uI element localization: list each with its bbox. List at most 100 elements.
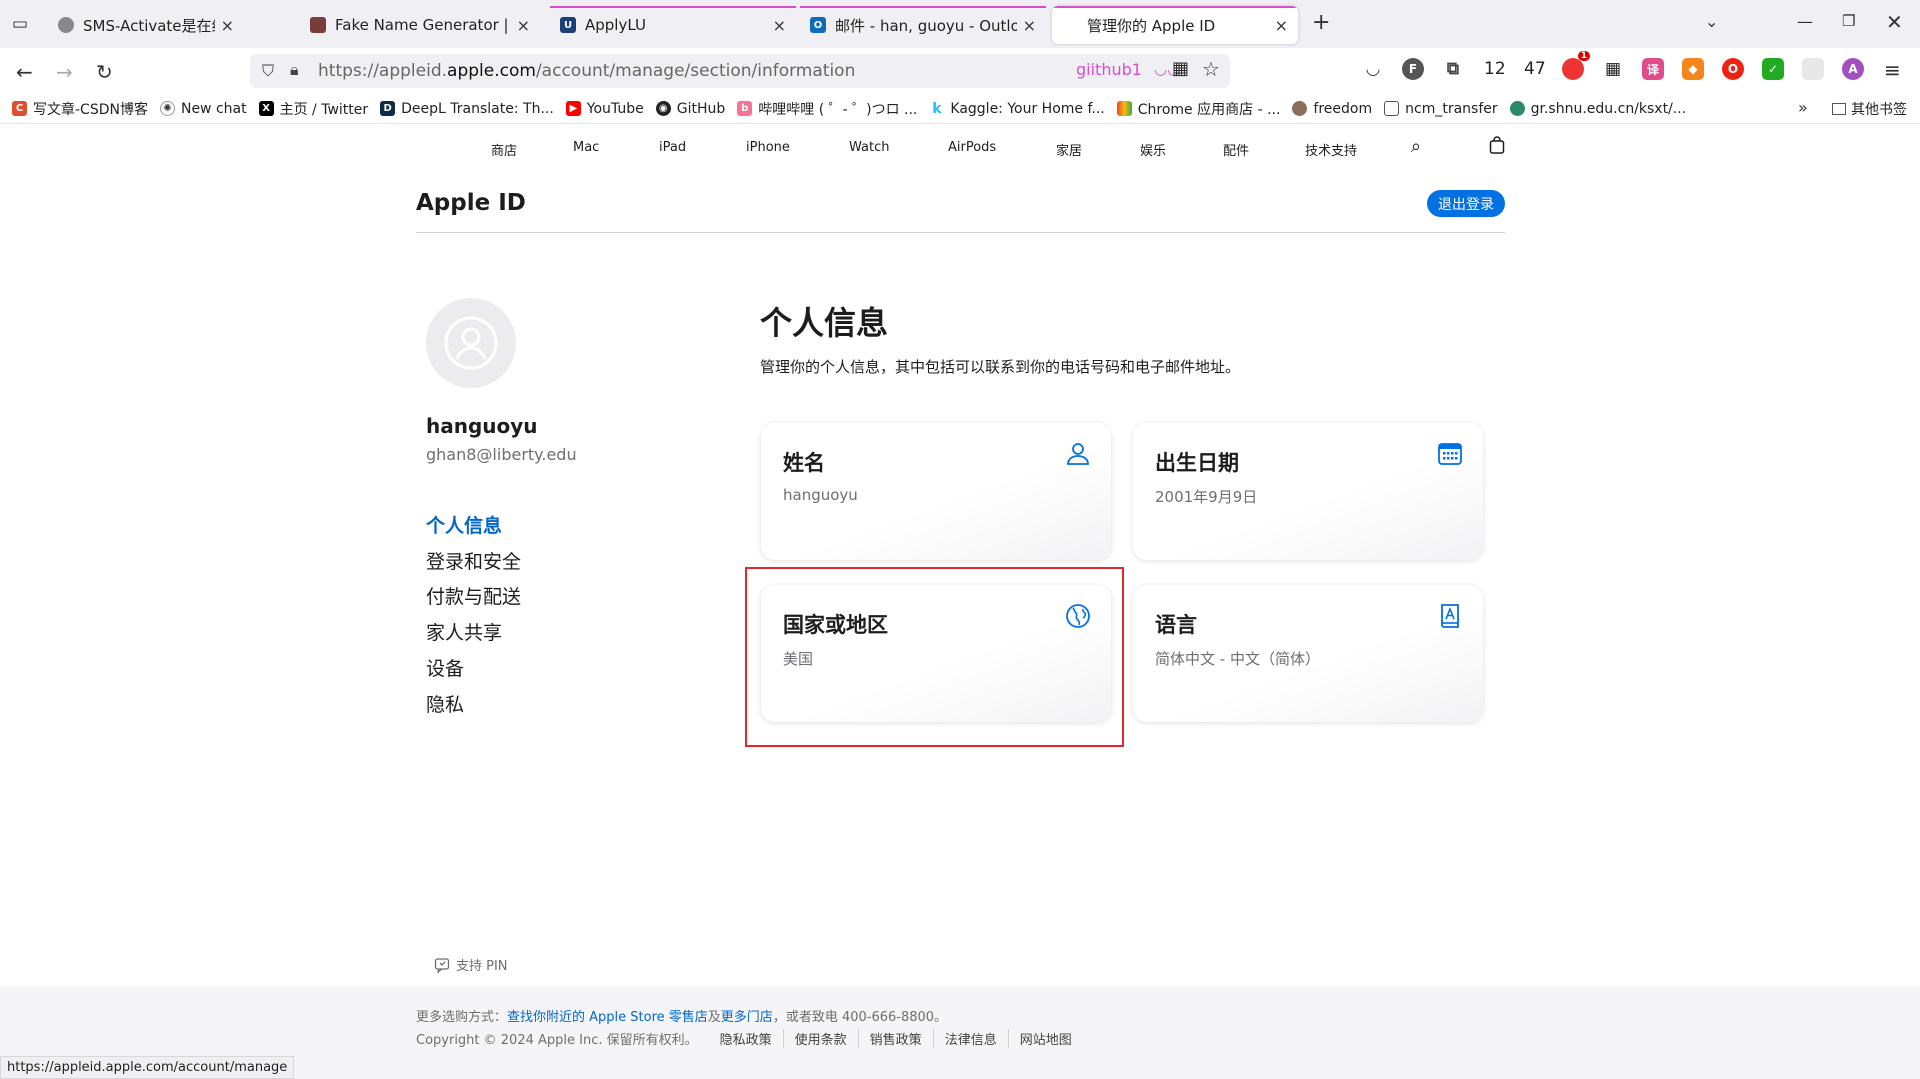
shield-icon[interactable]: ⛉ xyxy=(262,61,274,81)
menu-hamburger-icon[interactable]: ≡ xyxy=(1884,58,1901,82)
status-bar-url: https://appleid.apple.com/account/manage xyxy=(0,1056,295,1079)
minimize-icon[interactable]: — xyxy=(1797,12,1813,31)
nav-support[interactable]: 技术支持 xyxy=(1305,140,1357,159)
apps-grid-icon[interactable]: ▦ xyxy=(1602,58,1624,80)
deepl-icon: D xyxy=(380,101,396,116)
tab-overflow-chevron-down-icon[interactable]: ⌄ xyxy=(1705,12,1718,31)
sidebar-item-privacy[interactable]: 隐私 xyxy=(426,690,464,717)
bookmark-ncm-transfer[interactable]: ncm_transfer xyxy=(1384,101,1498,117)
bookmark-bilibili[interactable]: b 哔哩哔哩 ( ゜- ゜)つロ ... xyxy=(737,99,917,119)
sidebar-item-devices[interactable]: 设备 xyxy=(426,654,464,681)
card-birthday[interactable]: 出生日期 2001年9月9日 xyxy=(1133,423,1483,560)
tab-fake-name-generator[interactable]: Fake Name Generator | FauxID × xyxy=(300,6,540,44)
bookmarks-overflow-icon[interactable]: » xyxy=(1798,98,1808,117)
tab-bar: ▭ SMS-Activate是在线接受短信的 × Fake Name Gener… xyxy=(0,0,1920,48)
notification-extension-icon[interactable]: 1 xyxy=(1562,51,1590,80)
tab-list-icon[interactable]: ▭ xyxy=(12,14,28,34)
sales-policy-link[interactable]: 销售政策 xyxy=(857,1029,933,1048)
new-tab-button[interactable]: + xyxy=(1312,10,1330,35)
folder-icon xyxy=(1832,103,1846,115)
sidebar-item-personal-info[interactable]: 个人信息 xyxy=(426,511,502,538)
user-avatar-icon xyxy=(444,316,498,370)
tab-label: 邮件 - han, guoyu - Outlook xyxy=(835,16,1017,35)
extensions-puzzle-icon[interactable]: ⧉ xyxy=(1442,58,1464,80)
nav-accessories[interactable]: 配件 xyxy=(1223,140,1249,159)
address-bar[interactable]: ⛉ 🔒︎ https://appleid.apple.com/account/m… xyxy=(250,54,1230,88)
translate-extension-icon[interactable]: 译 xyxy=(1642,58,1664,80)
bookmark-kaggle[interactable]: k Kaggle: Your Home f... xyxy=(929,101,1105,117)
metamask-fox-icon[interactable]: ◆ xyxy=(1682,58,1704,80)
tab-apple-id[interactable]: 管理你的 Apple ID × xyxy=(1052,6,1298,44)
shield-check-icon[interactable]: ✓ xyxy=(1762,58,1784,80)
bookmark-github[interactable]: ◉ GitHub xyxy=(655,101,725,117)
legal-info-link[interactable]: 法律信息 xyxy=(932,1029,1008,1048)
giithub-extension-label[interactable]: giithub1 xyxy=(1076,60,1142,79)
card-value: 简体中文 - 中文（简体） xyxy=(1155,650,1320,668)
nav-store[interactable]: 商店 xyxy=(491,140,517,159)
sidebar-item-sign-in-security[interactable]: 登录和安全 xyxy=(426,547,521,574)
window-close-icon[interactable]: ✕ xyxy=(1886,10,1903,34)
nav-airpods[interactable]: AirPods xyxy=(948,140,996,155)
extension-count-b[interactable]: 47 xyxy=(1524,59,1546,79)
bookmark-twitter[interactable]: X 主页 / Twitter xyxy=(258,99,368,119)
sidebar-item-payment-shipping[interactable]: 付款与配送 xyxy=(426,582,521,609)
profile-avatar-icon[interactable]: A xyxy=(1842,58,1864,80)
support-pin-link[interactable]: 支持 PIN xyxy=(434,955,508,974)
find-store-link[interactable]: 查找你附近的 Apple Store 零售店 xyxy=(507,1010,708,1025)
tab-label: ApplyLU xyxy=(585,16,646,34)
nav-entertainment[interactable]: 娱乐 xyxy=(1140,140,1166,159)
bookmark-star-icon[interactable]: ☆ xyxy=(1202,57,1220,81)
search-icon[interactable]: ⌕ xyxy=(1411,136,1421,157)
nav-iphone[interactable]: iPhone xyxy=(746,140,790,155)
pocket-icon[interactable]: ◡ xyxy=(1362,58,1384,80)
outlook-favicon-icon: O xyxy=(810,17,826,33)
more-stores-link[interactable]: 更多门店 xyxy=(721,1010,773,1025)
bookmark-chrome-store[interactable]: Chrome 应用商店 - ... xyxy=(1116,99,1280,119)
url-text[interactable]: https://appleid.apple.com/account/manage… xyxy=(318,61,855,81)
bookmark-freedom[interactable]: freedom xyxy=(1292,101,1372,117)
nav-mac[interactable]: Mac xyxy=(573,140,599,155)
tab-applylu[interactable]: U ApplyLU × xyxy=(550,6,796,44)
f-extension-icon[interactable]: F xyxy=(1402,58,1424,80)
nav-ipad[interactable]: iPad xyxy=(659,140,686,155)
close-icon[interactable]: × xyxy=(1275,16,1288,35)
close-icon[interactable]: × xyxy=(517,16,530,35)
sidebar-item-family-sharing[interactable]: 家人共享 xyxy=(426,618,502,645)
bookmark-csdn[interactable]: C 写文章-CSDN博客 xyxy=(12,99,148,119)
nav-home[interactable]: 家居 xyxy=(1056,140,1082,159)
opera-o-icon[interactable]: O xyxy=(1722,58,1744,80)
card-language[interactable]: 语言 简体中文 - 中文（简体） xyxy=(1133,585,1483,722)
close-icon[interactable]: × xyxy=(221,16,234,35)
back-icon[interactable]: ← xyxy=(16,60,33,84)
tab-label: SMS-Activate是在线接受短信的 xyxy=(83,16,215,35)
restore-icon[interactable]: ❐ xyxy=(1842,12,1855,30)
shopping-bag-icon[interactable] xyxy=(1489,136,1505,158)
qr-grid-icon[interactable]: ▦ xyxy=(1172,58,1189,79)
bookmark-shnu[interactable]: gr.shnu.edu.cn/ksxt/... xyxy=(1509,101,1686,117)
avatar[interactable] xyxy=(426,298,516,388)
terms-of-use-link[interactable]: 使用条款 xyxy=(782,1029,858,1048)
close-icon[interactable]: × xyxy=(1023,16,1036,35)
bookmark-youtube[interactable]: ▶ YouTube xyxy=(565,101,644,117)
bookmark-deepl[interactable]: D DeepL Translate: Th... xyxy=(380,101,554,117)
blank-extension-icon[interactable] xyxy=(1802,58,1824,80)
highlight-box xyxy=(745,567,1124,747)
forward-icon[interactable]: → xyxy=(56,60,73,84)
sms-activate-favicon-icon xyxy=(58,17,74,33)
card-name[interactable]: 姓名 hanguoyu xyxy=(761,423,1111,560)
folder-icon xyxy=(1384,101,1400,116)
site-map-link[interactable]: 网站地图 xyxy=(1007,1029,1083,1048)
tab-outlook[interactable]: O 邮件 - han, guoyu - Outlook × xyxy=(800,6,1046,44)
tab-label: Fake Name Generator | FauxID xyxy=(335,16,511,34)
tab-sms-activate[interactable]: SMS-Activate是在线接受短信的 × xyxy=(48,6,244,44)
bookmark-new-chat[interactable]: ✺ New chat xyxy=(159,101,247,117)
logout-button[interactable]: 退出登录 xyxy=(1427,190,1505,217)
extension-count-a[interactable]: 12 xyxy=(1484,59,1506,79)
close-icon[interactable]: × xyxy=(773,16,786,35)
applylu-favicon-icon: U xyxy=(560,17,576,33)
nav-watch[interactable]: Watch xyxy=(849,140,889,155)
privacy-policy-link[interactable]: 隐私政策 xyxy=(698,1029,783,1048)
reload-icon[interactable]: ↻ xyxy=(96,60,113,84)
lock-icon[interactable]: 🔒︎ xyxy=(290,60,299,80)
other-bookmarks[interactable]: 其他书签 xyxy=(1832,99,1907,119)
